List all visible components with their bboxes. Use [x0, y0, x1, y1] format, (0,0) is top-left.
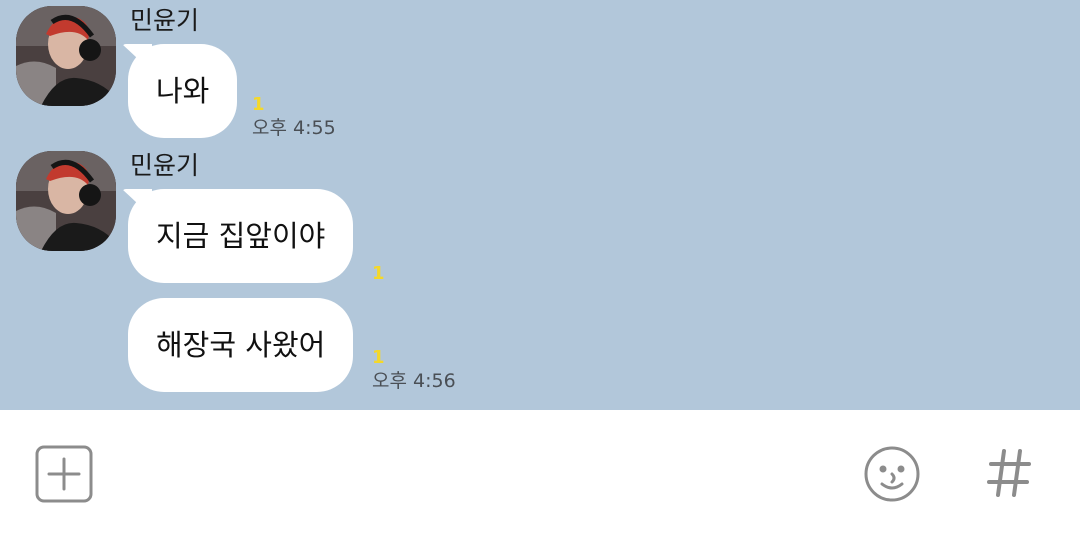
avatar[interactable] [16, 151, 116, 251]
message-bubble[interactable]: 지금 집앞이야 [128, 189, 354, 283]
message-text: 해장국 사왔어 [156, 328, 326, 362]
message-time: 오후 4:56 [372, 370, 456, 392]
message-text: 나와 [156, 74, 210, 108]
message-time: 오후 4:55 [252, 117, 336, 139]
unread-count: 1 [252, 94, 265, 115]
sender-name: 민윤기 [130, 151, 200, 180]
avatar[interactable] [16, 6, 116, 106]
emoticon-icon[interactable] [862, 444, 922, 504]
profile-photo [16, 151, 116, 251]
sender-name: 민윤기 [130, 6, 200, 35]
chat-area[interactable]: 민윤기 나와 1 오후 4:55 민윤기 지금 집앞이야 1 해장국 사왔어 1… [0, 0, 1080, 410]
hashtag-icon[interactable] [986, 448, 1032, 498]
message-input-bar[interactable] [0, 410, 1080, 536]
message-bubble[interactable]: 나와 [128, 44, 238, 138]
message-text: 지금 집앞이야 [156, 219, 326, 253]
profile-photo [16, 6, 116, 106]
unread-count: 1 [372, 347, 385, 368]
plus-icon[interactable] [35, 445, 93, 503]
message-bubble[interactable]: 해장국 사왔어 [128, 298, 354, 392]
unread-count: 1 [372, 263, 385, 284]
